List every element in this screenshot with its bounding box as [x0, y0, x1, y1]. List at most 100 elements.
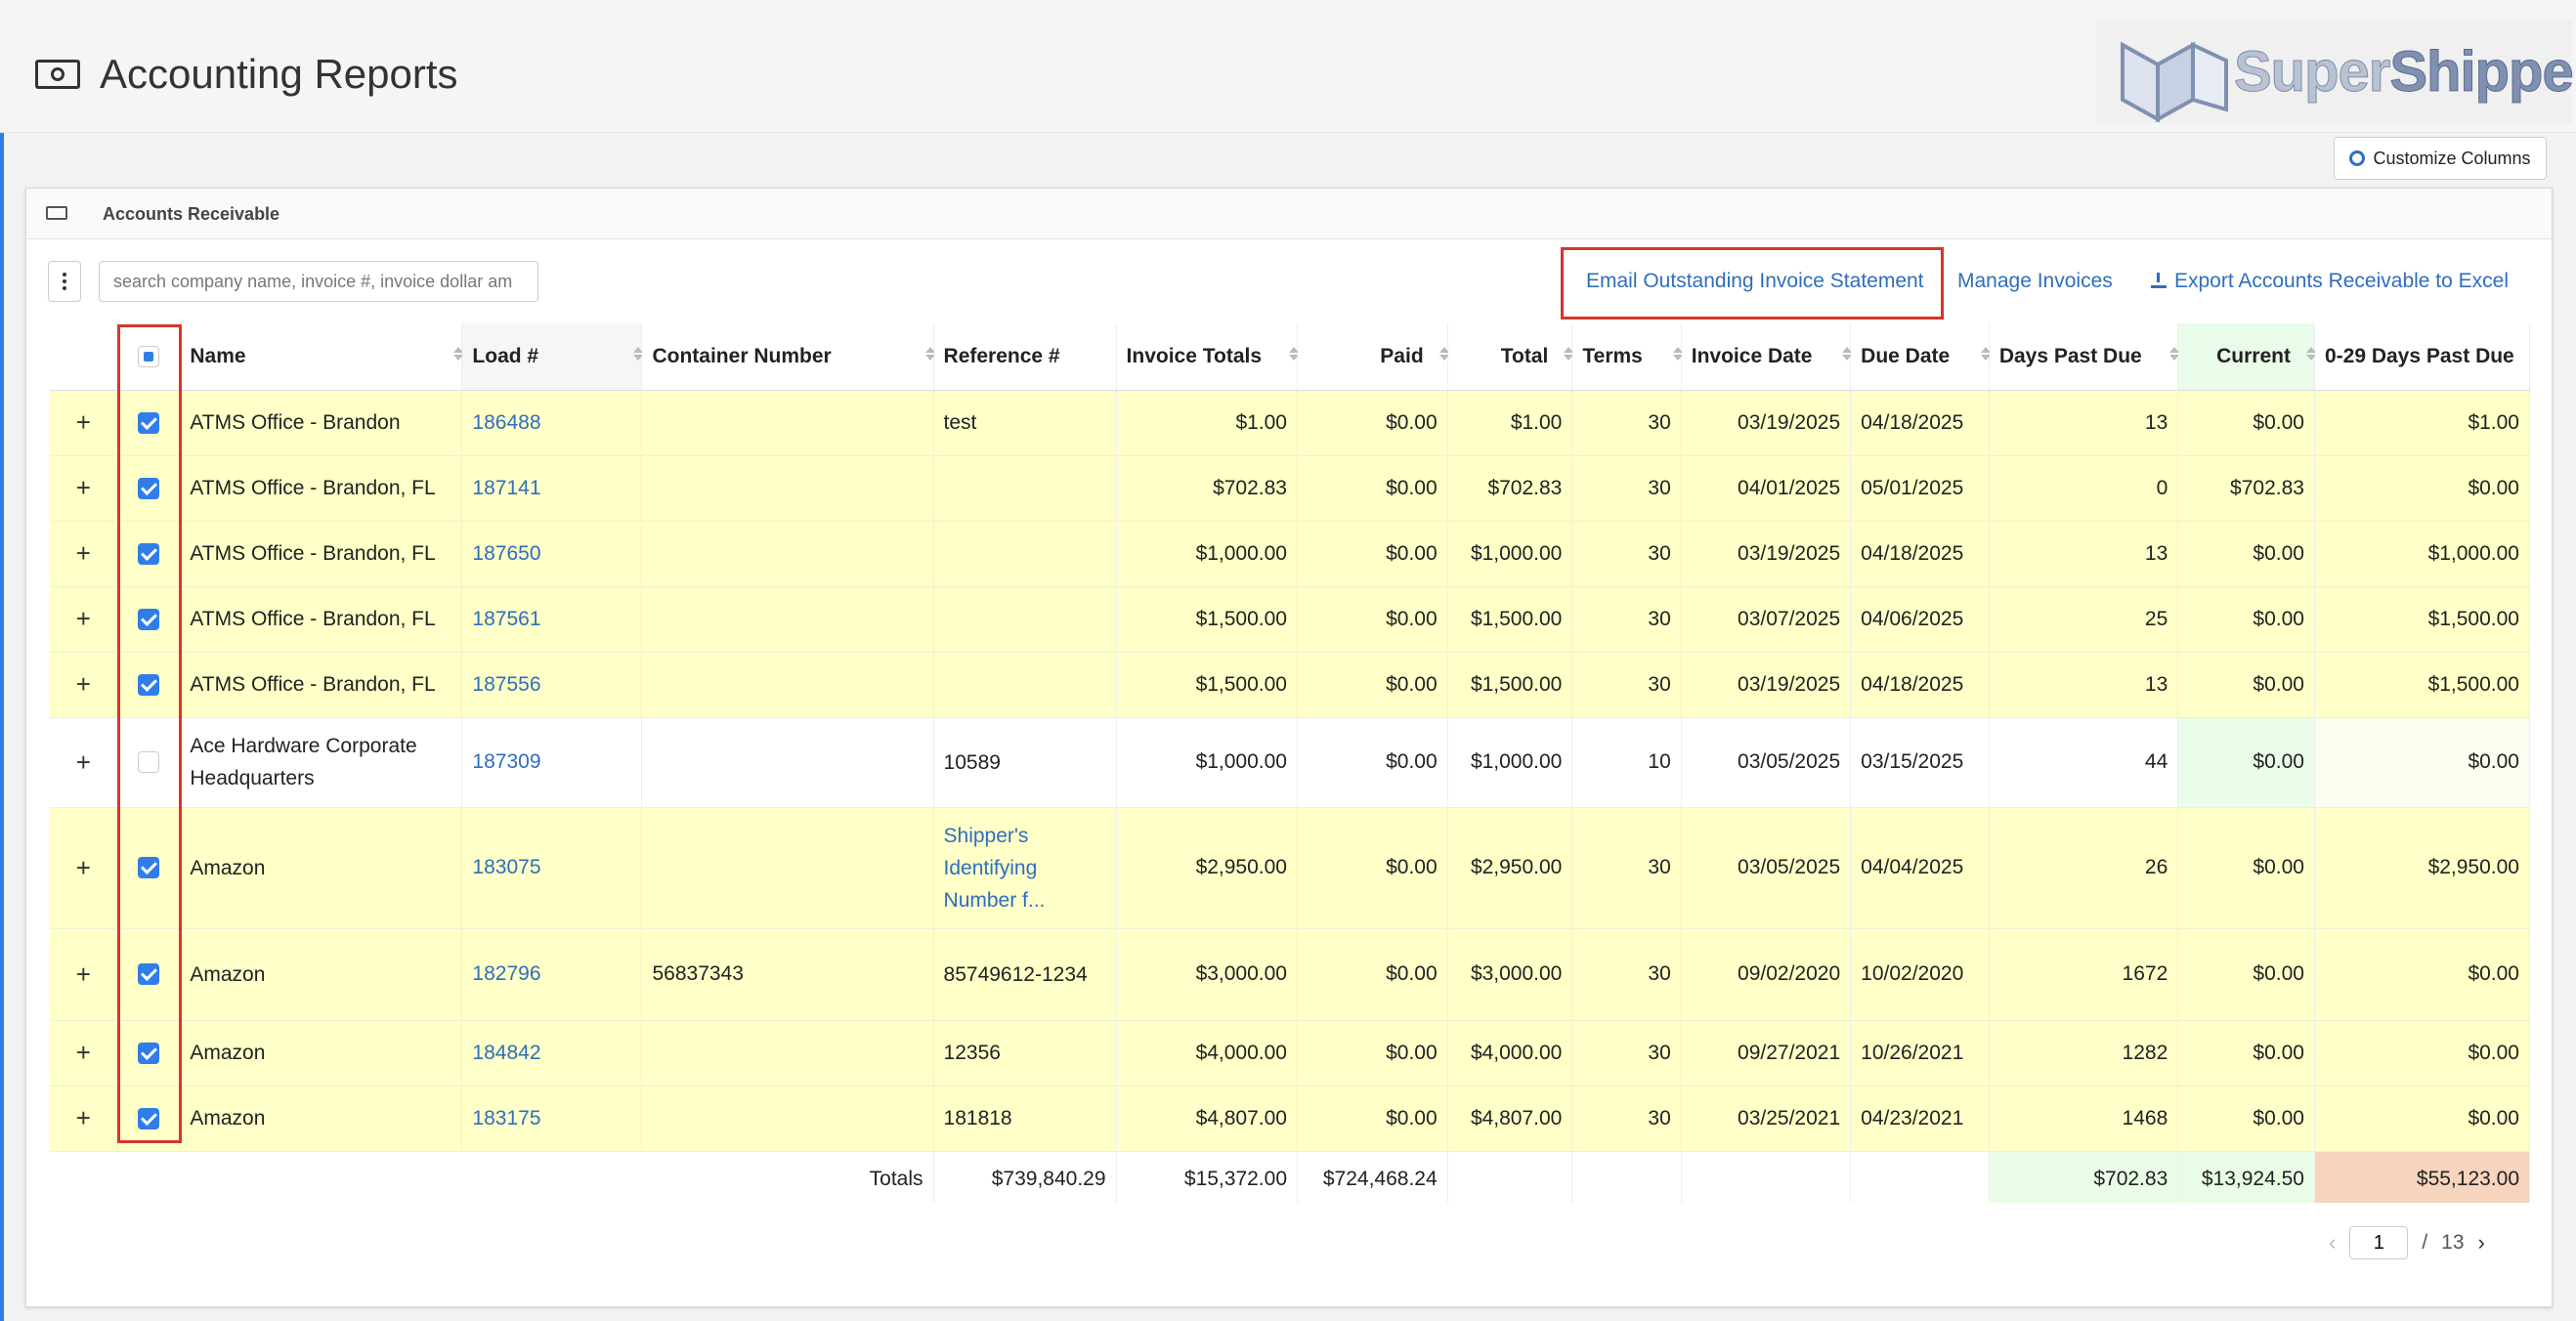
load-link[interactable]: 187141: [461, 455, 643, 522]
manage-invoices-link[interactable]: Manage Invoices: [1957, 265, 2113, 298]
paid-cell: $0.00: [1297, 1086, 1448, 1152]
select-cell[interactable]: [117, 807, 181, 929]
invoice-date-cell: 03/25/2021: [1681, 1086, 1852, 1152]
expand-cell[interactable]: +: [50, 390, 118, 456]
table-row: + ATMS Office - Brandon, FL 187650 $1,000.0…: [50, 521, 2530, 587]
col-name[interactable]: Name: [179, 323, 464, 391]
col-total[interactable]: Total: [1447, 323, 1574, 391]
col-invoice-date[interactable]: Invoice Date: [1681, 323, 1853, 391]
col-terms[interactable]: Terms: [1571, 323, 1683, 391]
reference-cell[interactable]: Shipper's Identifying Number f...: [933, 807, 1117, 929]
expand-cell[interactable]: +: [50, 652, 118, 718]
current-cell: $0.00: [2177, 1086, 2315, 1152]
terms-cell: 30: [1571, 455, 1682, 522]
expand-cell[interactable]: +: [50, 586, 118, 653]
expand-row-icon[interactable]: +: [60, 538, 107, 569]
expand-cell[interactable]: +: [50, 717, 118, 808]
col-due-date[interactable]: Due Date: [1850, 323, 1991, 391]
name-cell: ATMS Office - Brandon, FL: [179, 652, 463, 718]
expand-row-icon[interactable]: +: [60, 669, 107, 700]
load-link[interactable]: 187309: [461, 717, 643, 808]
select-cell[interactable]: [117, 521, 181, 587]
expand-row-icon[interactable]: +: [60, 1038, 107, 1068]
select-cell[interactable]: [117, 1020, 181, 1087]
expand-row-icon[interactable]: +: [60, 604, 107, 634]
terms-cell: 30: [1571, 586, 1682, 653]
load-link[interactable]: 186488: [461, 390, 643, 456]
col-current[interactable]: Current: [2177, 323, 2316, 391]
options-menu-button[interactable]: [48, 261, 81, 302]
row-checkbox[interactable]: [138, 608, 160, 630]
col-0-29-days[interactable]: 0-29 Days Past Due: [2314, 323, 2530, 391]
reference-cell: 181818: [933, 1086, 1117, 1152]
expand-cell[interactable]: +: [50, 455, 118, 522]
expand-row-icon[interactable]: +: [60, 473, 107, 503]
aging-cell: $1,500.00: [2314, 586, 2530, 653]
load-link[interactable]: 187556: [461, 652, 643, 718]
col-reference[interactable]: Reference #: [933, 323, 1117, 391]
current-cell: $702.83: [2177, 455, 2315, 522]
name-cell: Amazon: [179, 807, 463, 929]
select-cell[interactable]: [117, 717, 181, 808]
col-days-past-due[interactable]: Days Past Due: [1989, 323, 2180, 391]
load-link[interactable]: 183175: [461, 1086, 643, 1152]
row-checkbox[interactable]: [138, 1042, 160, 1064]
container-cell: [641, 1086, 934, 1152]
load-link[interactable]: 187650: [461, 521, 643, 587]
name-cell: ATMS Office - Brandon, FL: [179, 521, 463, 587]
load-link[interactable]: 182796: [461, 928, 643, 1021]
expand-row-icon[interactable]: +: [60, 853, 107, 883]
totals-label: Totals: [50, 1151, 934, 1203]
name-cell: ATMS Office - Brandon, FL: [179, 455, 463, 522]
customize-columns-button[interactable]: Customize Columns: [2334, 137, 2547, 180]
load-link[interactable]: 183075: [461, 807, 643, 929]
col-load[interactable]: Load #: [461, 323, 644, 391]
expand-row-icon[interactable]: +: [60, 407, 107, 438]
paid-cell: $0.00: [1297, 652, 1448, 718]
table-row: + Amazon 184842 12356 $4,000.00 $0.00 $4,000.0…: [50, 1020, 2530, 1087]
select-cell[interactable]: [117, 928, 181, 1021]
expand-cell[interactable]: +: [50, 928, 118, 1021]
next-page-icon[interactable]: ›: [2478, 1230, 2485, 1256]
select-cell[interactable]: [117, 586, 181, 653]
invoice-date-cell: 03/19/2025: [1681, 390, 1852, 456]
col-paid[interactable]: Paid: [1297, 323, 1449, 391]
select-all-checkbox[interactable]: [138, 345, 160, 367]
col-invoice-totals[interactable]: Invoice Totals: [1116, 323, 1299, 391]
row-checkbox[interactable]: [138, 411, 160, 434]
prev-page-icon[interactable]: ‹: [2329, 1230, 2336, 1256]
row-checkbox[interactable]: [138, 751, 160, 773]
days-past-due-cell: 25: [1989, 586, 2179, 653]
select-cell[interactable]: [117, 1086, 181, 1152]
col-container[interactable]: Container Number: [641, 323, 935, 391]
row-checkbox[interactable]: [138, 673, 160, 696]
email-statement-link[interactable]: Email Outstanding Invoice Statement: [1586, 265, 1924, 298]
page-input[interactable]: [2349, 1226, 2409, 1259]
row-checkbox[interactable]: [138, 963, 160, 985]
reference-cell: [933, 455, 1117, 522]
search-input[interactable]: [99, 261, 538, 302]
expand-row-icon[interactable]: +: [60, 747, 107, 778]
expand-row-icon[interactable]: +: [60, 1103, 107, 1133]
select-cell[interactable]: [117, 652, 181, 718]
totals-row: Totals $739,840.29 $15,372.00 $724,468.24 $7…: [50, 1151, 2530, 1203]
current-cell: $0.00: [2177, 652, 2315, 718]
container-cell: [641, 455, 934, 522]
row-checkbox[interactable]: [138, 1107, 160, 1129]
expand-row-icon[interactable]: +: [60, 959, 107, 990]
expand-cell[interactable]: +: [50, 1020, 118, 1087]
expand-cell[interactable]: +: [50, 1086, 118, 1152]
row-checkbox[interactable]: [138, 477, 160, 499]
load-link[interactable]: 187561: [461, 586, 643, 653]
container-cell: [641, 717, 934, 808]
days-past-due-cell: 13: [1989, 521, 2179, 587]
expand-cell[interactable]: +: [50, 807, 118, 929]
row-checkbox[interactable]: [138, 542, 160, 565]
select-cell[interactable]: [117, 455, 181, 522]
select-cell[interactable]: [117, 390, 181, 456]
load-link[interactable]: 184842: [461, 1020, 643, 1087]
row-checkbox[interactable]: [138, 857, 160, 878]
current-cell: $0.00: [2177, 586, 2315, 653]
expand-cell[interactable]: +: [50, 521, 118, 587]
export-excel-link[interactable]: Export Accounts Receivable to Excel: [2151, 265, 2509, 298]
